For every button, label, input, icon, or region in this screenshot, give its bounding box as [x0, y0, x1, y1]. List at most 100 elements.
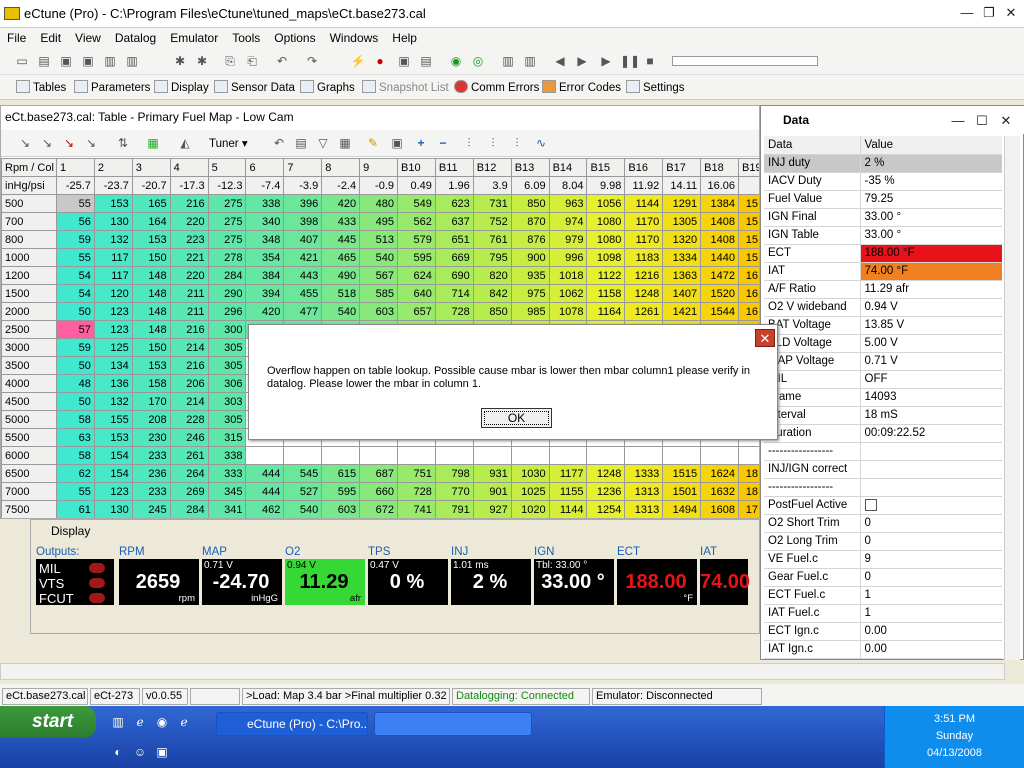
table-cell[interactable]: 1144	[548, 500, 588, 518]
table-cell[interactable]: 549	[397, 194, 436, 213]
table-cell[interactable]: 50	[56, 392, 95, 411]
table-cell[interactable]: 50	[56, 356, 95, 375]
undo-icon[interactable]: ↶	[274, 53, 290, 69]
table-cell[interactable]: 208	[131, 410, 171, 429]
table-cell[interactable]: 1384	[700, 194, 740, 213]
graphs-button[interactable]: Graphs	[300, 80, 355, 94]
column-header[interactable]: 9	[359, 158, 399, 177]
data-row[interactable]: VE Fuel.c 9	[764, 550, 1002, 569]
add-icon[interactable]: +	[413, 135, 429, 151]
column-value[interactable]: -2.4	[321, 176, 361, 195]
table-cell[interactable]: 1515	[662, 464, 702, 483]
table-cell[interactable]: 58	[56, 446, 95, 465]
table-cell[interactable]: 216	[169, 356, 209, 375]
table-cell[interactable]: 1155	[548, 482, 588, 501]
table-cell[interactable]: 300	[207, 320, 247, 339]
row-header-rpm[interactable]: 4500	[1, 392, 57, 411]
table-cell[interactable]: 820	[472, 266, 512, 285]
browser-icon[interactable]: ℯ	[176, 714, 192, 730]
column-header[interactable]: 4	[169, 158, 209, 177]
table-cell[interactable]: 148	[131, 284, 171, 303]
row-header-rpm[interactable]: 500	[1, 194, 57, 213]
table-cell[interactable]: 579	[397, 230, 436, 249]
grid-icon[interactable]: ▦	[337, 135, 353, 151]
table-cell[interactable]: 48	[56, 374, 95, 393]
table-cell[interactable]: 221	[169, 248, 209, 267]
pencil-icon[interactable]: ✎	[365, 135, 381, 151]
color-map-icon[interactable]: ▦	[145, 135, 161, 151]
table-cell[interactable]: 16	[738, 302, 759, 321]
column-value[interactable]: 3.9	[472, 176, 512, 195]
menu-help[interactable]: Help	[385, 28, 424, 45]
table-cell[interactable]: 223	[169, 230, 209, 249]
data-row[interactable]: Duration 00:09:22.52	[764, 424, 1002, 443]
table-cell[interactable]: 153	[93, 194, 133, 213]
table-cell[interactable]: 56	[56, 212, 95, 231]
data-maximize-button[interactable]: ☐	[973, 113, 991, 129]
table-cell[interactable]: 595	[321, 482, 361, 501]
table-cell[interactable]: 1408	[700, 212, 740, 231]
table-cell[interactable]: 233	[131, 482, 171, 501]
table-cell[interactable]: 340	[245, 212, 285, 231]
table-cell[interactable]: 1177	[548, 464, 588, 483]
playback-slider[interactable]	[672, 56, 818, 66]
table-cell[interactable]: 1363	[662, 266, 702, 285]
table-cell[interactable]: 58	[56, 410, 95, 429]
row-header-rpm[interactable]: 7000	[1, 482, 57, 501]
table-cell[interactable]: 1248	[624, 284, 664, 303]
table-cell[interactable]: 540	[283, 500, 323, 518]
tool3-icon[interactable]: ↘	[61, 135, 77, 151]
table-cell[interactable]: 55	[56, 194, 95, 213]
table-cell[interactable]: 1122	[586, 266, 626, 285]
table-cell[interactable]: 18	[738, 464, 759, 483]
table-cell[interactable]: 850	[510, 194, 550, 213]
table-cell[interactable]: 963	[548, 194, 588, 213]
table-cell[interactable]: 333	[207, 464, 247, 483]
table-cell[interactable]: 132	[93, 392, 133, 411]
table-cell[interactable]: 284	[207, 266, 247, 285]
menu-datalog[interactable]: Datalog	[108, 28, 163, 45]
table-cell[interactable]: 305	[207, 338, 247, 357]
table-cell[interactable]: 220	[169, 266, 209, 285]
table-cell[interactable]: 148	[131, 320, 171, 339]
column-value[interactable]: 6.09	[510, 176, 550, 195]
table-cell[interactable]: 1236	[586, 482, 626, 501]
table-cell[interactable]: 1501	[662, 482, 702, 501]
table-cell[interactable]: 975	[510, 284, 550, 303]
table-cell[interactable]: 741	[397, 500, 436, 518]
parameters-button[interactable]: Parameters	[74, 80, 150, 94]
table-cell[interactable]: 354	[245, 248, 285, 267]
table-cell[interactable]: 935	[510, 266, 550, 285]
row3-icon[interactable]: ⫶	[509, 135, 525, 151]
refresh-icon[interactable]: ◎	[470, 53, 486, 69]
table-cell[interactable]: 290	[207, 284, 247, 303]
table-cell[interactable]: 1624	[700, 464, 740, 483]
table-cell[interactable]: 901	[472, 482, 512, 501]
media-icon[interactable]: ◉	[154, 714, 170, 730]
subtract-icon[interactable]: −	[435, 135, 451, 151]
column-header[interactable]: B18	[700, 158, 740, 177]
table-cell[interactable]: 1544	[700, 302, 740, 321]
row-header-rpm[interactable]: 800	[1, 230, 57, 249]
table-cell[interactable]: 1408	[700, 230, 740, 249]
table-cell[interactable]: 651	[434, 230, 474, 249]
data-row[interactable]: O2 Short Trim 0	[764, 514, 1002, 533]
table-cell[interactable]: 562	[397, 212, 436, 231]
tool-icon[interactable]: ↘	[17, 135, 33, 151]
table-cell[interactable]: 657	[397, 302, 436, 321]
table-cell[interactable]	[510, 446, 550, 465]
table-cell[interactable]	[738, 446, 759, 465]
prev-icon[interactable]: ◀	[552, 53, 568, 69]
sort-icon[interactable]: ⇅	[115, 135, 131, 151]
row-header-rpm[interactable]: 7500	[1, 500, 57, 518]
data-row[interactable]: IGN Table 33.00 °	[764, 226, 1002, 245]
row-header-rpm[interactable]: 700	[1, 212, 57, 231]
column-value[interactable]: 11.92	[624, 176, 664, 195]
table-cell[interactable]: 1062	[548, 284, 588, 303]
table-cell[interactable]: 228	[169, 410, 209, 429]
taskbar-ectune[interactable]: eCtune (Pro) - C:\Pro...	[216, 712, 368, 736]
table-cell[interactable]	[548, 446, 588, 465]
table-cell[interactable]: 158	[131, 374, 171, 393]
column-value[interactable]: 14.11	[662, 176, 702, 195]
table-cell[interactable]: 16	[738, 284, 759, 303]
